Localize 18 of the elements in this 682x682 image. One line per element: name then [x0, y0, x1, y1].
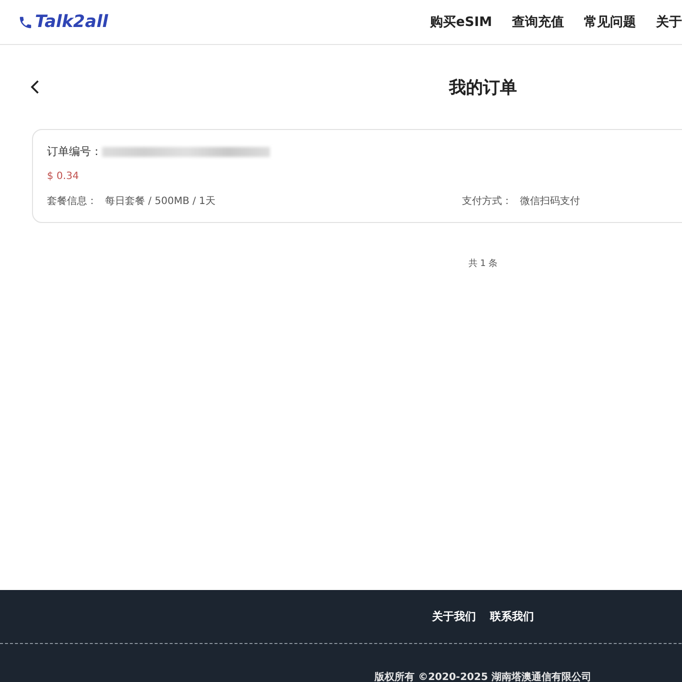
order-card[interactable]: 订单编号： $ 0.34 套餐信息： 每日套餐 / 500MB / 1天 支付方式： 微信扫码支付 — [32, 129, 682, 223]
nav-link[interactable]: 关于 — [656, 13, 682, 31]
footer-link[interactable]: 关于我们 — [432, 609, 476, 624]
plan-label: 套餐信息： — [47, 194, 97, 208]
footer-link[interactable]: 联系我们 — [490, 609, 534, 624]
page-title: 我的订单 — [449, 76, 517, 98]
order-price: $ 0.34 — [47, 171, 79, 182]
order-number-label: 订单编号： — [47, 144, 102, 159]
phone-icon — [18, 14, 33, 30]
payment-method: 微信扫码支付 — [520, 194, 580, 208]
logo[interactable]: Talk2all — [18, 12, 108, 32]
total-count: 共 1 条 — [468, 259, 498, 269]
nav-link[interactable]: 购买eSIM — [430, 13, 492, 31]
plan-info: 每日套餐 / 500MB / 1天 — [105, 194, 216, 208]
copyright: 版权所有 ©2020-2025 湖南塔澳通信有限公司 — [374, 672, 592, 682]
nav-link[interactable]: 常见问题 — [584, 13, 636, 31]
payment-label: 支付方式： — [462, 194, 512, 208]
nav-link[interactable]: 查询充值 — [512, 13, 564, 31]
